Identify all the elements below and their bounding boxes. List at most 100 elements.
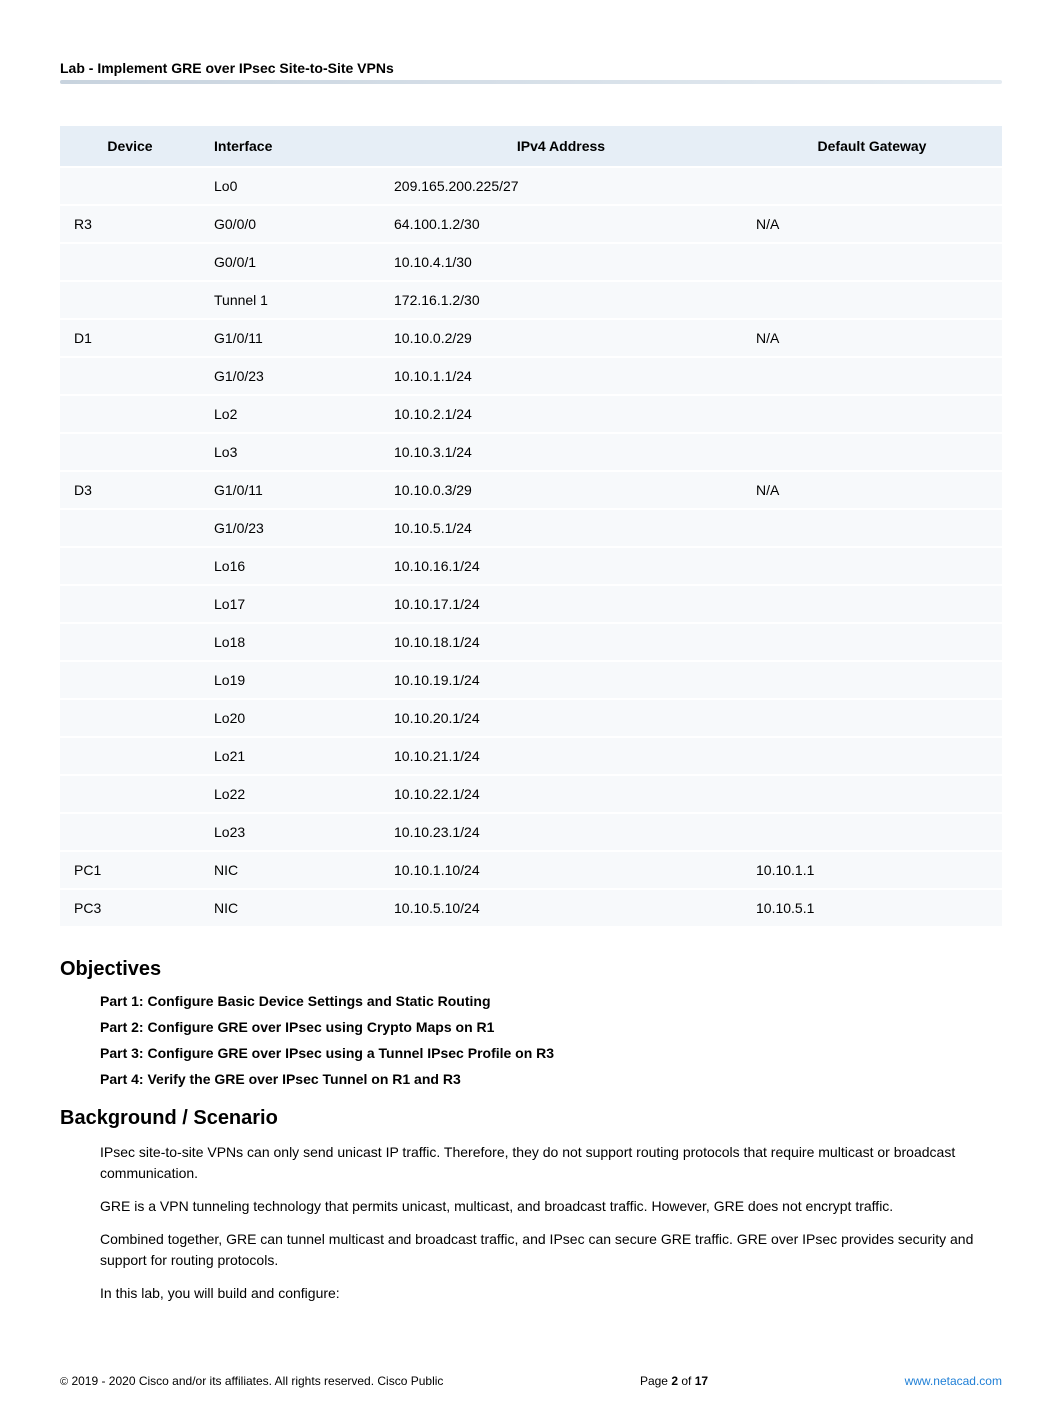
col-device: Device [60, 126, 200, 166]
cell-interface: G1/0/11 [200, 472, 380, 508]
cell-device [60, 358, 200, 394]
cell-gateway [742, 244, 1002, 280]
cell-ipv4: 10.10.1.1/24 [380, 358, 742, 394]
cell-device: D3 [60, 472, 200, 508]
cell-gateway [742, 738, 1002, 774]
cell-device [60, 738, 200, 774]
background-para: GRE is a VPN tunneling technology that p… [100, 1196, 1002, 1217]
cell-device [60, 510, 200, 546]
cell-interface: Lo18 [200, 624, 380, 660]
table-row: Lo2010.10.20.1/24 [60, 700, 1002, 736]
cell-interface: G1/0/23 [200, 358, 380, 394]
copyright-symbol: © [60, 1376, 68, 1388]
cell-gateway [742, 586, 1002, 622]
table-row: D3G1/0/1110.10.0.3/29N/A [60, 472, 1002, 508]
cell-gateway [742, 434, 1002, 470]
table-row: Lo2110.10.21.1/24 [60, 738, 1002, 774]
cell-device [60, 586, 200, 622]
table-row: Lo1910.10.19.1/24 [60, 662, 1002, 698]
cell-interface: Lo0 [200, 168, 380, 204]
objectives-heading: Objectives [60, 958, 1002, 981]
cell-device [60, 282, 200, 318]
col-gateway: Default Gateway [742, 126, 1002, 166]
cell-interface: Lo2 [200, 396, 380, 432]
table-row: PC1NIC10.10.1.10/2410.10.1.1 [60, 852, 1002, 888]
cell-ipv4: 10.10.1.10/24 [380, 852, 742, 888]
cell-ipv4: 209.165.200.225/27 [380, 168, 742, 204]
table-header-row: Device Interface IPv4 Address Default Ga… [60, 126, 1002, 166]
cell-device: D1 [60, 320, 200, 356]
cell-gateway [742, 510, 1002, 546]
cell-device: R3 [60, 206, 200, 242]
table-row: Lo2310.10.23.1/24 [60, 814, 1002, 850]
table-row: Lo210.10.2.1/24 [60, 396, 1002, 432]
cell-device [60, 168, 200, 204]
col-ipv4: IPv4 Address [380, 126, 742, 166]
cell-ipv4: 10.10.3.1/24 [380, 434, 742, 470]
cell-device [60, 700, 200, 736]
footer-link[interactable]: www.netacad.com [905, 1374, 1002, 1388]
cell-interface: Lo19 [200, 662, 380, 698]
cell-ipv4: 10.10.4.1/30 [380, 244, 742, 280]
cell-device: PC3 [60, 890, 200, 926]
table-row: G1/0/2310.10.5.1/24 [60, 510, 1002, 546]
cell-interface: G1/0/11 [200, 320, 380, 356]
col-interface: Interface [200, 126, 380, 166]
page-footer: © 2019 - 2020 Cisco and/or its affiliate… [60, 1364, 1002, 1388]
cell-gateway [742, 624, 1002, 660]
cell-interface: Lo3 [200, 434, 380, 470]
page-of: of [678, 1374, 695, 1388]
table-row: Lo0209.165.200.225/27 [60, 168, 1002, 204]
background-para: In this lab, you will build and configur… [100, 1283, 1002, 1304]
cell-ipv4: 10.10.20.1/24 [380, 700, 742, 736]
cell-gateway: 10.10.1.1 [742, 852, 1002, 888]
cell-device [60, 662, 200, 698]
objective-part: Part 1: Configure Basic Device Settings … [100, 993, 1002, 1009]
objectives-parts: Part 1: Configure Basic Device Settings … [100, 993, 1002, 1087]
cell-device [60, 624, 200, 660]
cell-gateway [742, 662, 1002, 698]
background-para: IPsec site-to-site VPNs can only send un… [100, 1142, 1002, 1184]
cell-interface: G0/0/1 [200, 244, 380, 280]
background-heading: Background / Scenario [60, 1107, 1002, 1130]
footer-copyright: © 2019 - 2020 Cisco and/or its affiliate… [60, 1374, 443, 1388]
cell-ipv4: 10.10.23.1/24 [380, 814, 742, 850]
table-row: Lo310.10.3.1/24 [60, 434, 1002, 470]
cell-device [60, 776, 200, 812]
cell-gateway [742, 358, 1002, 394]
page-number: 2 [671, 1374, 678, 1388]
cell-interface: Lo22 [200, 776, 380, 812]
cell-gateway [742, 814, 1002, 850]
cell-device [60, 396, 200, 432]
footer-page: Page 2 of 17 [640, 1374, 708, 1388]
cell-device [60, 814, 200, 850]
cell-gateway [742, 168, 1002, 204]
table-row: Lo1810.10.18.1/24 [60, 624, 1002, 660]
cell-ipv4: 10.10.2.1/24 [380, 396, 742, 432]
cell-ipv4: 10.10.22.1/24 [380, 776, 742, 812]
cell-gateway [742, 700, 1002, 736]
cell-gateway: N/A [742, 320, 1002, 356]
cell-interface: NIC [200, 852, 380, 888]
table-row: D1G1/0/1110.10.0.2/29N/A [60, 320, 1002, 356]
cell-device: PC1 [60, 852, 200, 888]
cell-gateway [742, 396, 1002, 432]
cell-ipv4: 10.10.16.1/24 [380, 548, 742, 584]
cell-device [60, 548, 200, 584]
document-title: Lab - Implement GRE over IPsec Site-to-S… [60, 60, 1002, 76]
cell-device [60, 244, 200, 280]
cell-gateway: N/A [742, 472, 1002, 508]
cell-interface: NIC [200, 890, 380, 926]
cell-ipv4: 64.100.1.2/30 [380, 206, 742, 242]
cell-ipv4: 10.10.0.2/29 [380, 320, 742, 356]
footer-link-wrap: www.netacad.com [905, 1374, 1002, 1388]
cell-interface: Lo21 [200, 738, 380, 774]
cell-interface: G0/0/0 [200, 206, 380, 242]
cell-ipv4: 10.10.21.1/24 [380, 738, 742, 774]
cell-interface: Lo23 [200, 814, 380, 850]
cell-ipv4: 10.10.0.3/29 [380, 472, 742, 508]
objective-part: Part 4: Verify the GRE over IPsec Tunnel… [100, 1071, 1002, 1087]
page-total: 17 [695, 1374, 708, 1388]
page-prefix: Page [640, 1374, 671, 1388]
cell-ipv4: 10.10.17.1/24 [380, 586, 742, 622]
